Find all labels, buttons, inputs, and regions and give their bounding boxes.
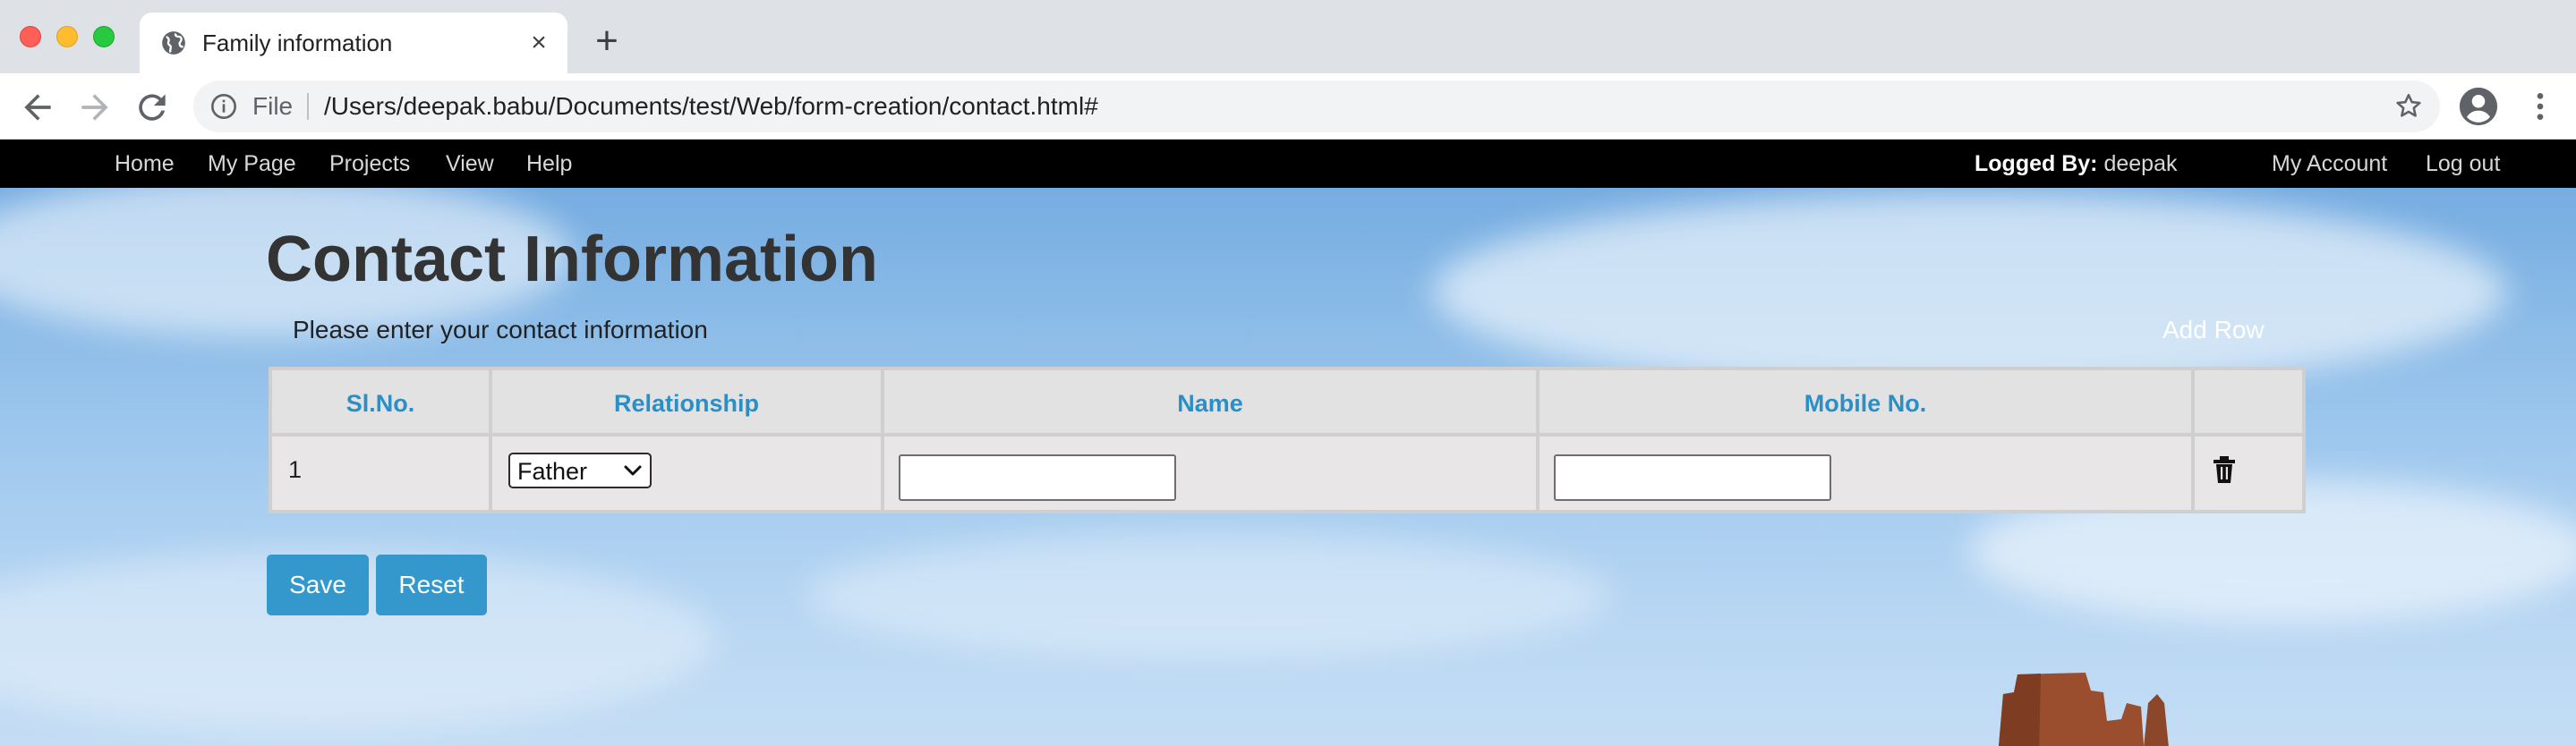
- header-cell-name: Name: [884, 370, 1540, 433]
- new-tab-button[interactable]: +: [585, 21, 628, 64]
- background-cloud: [806, 533, 1611, 658]
- relationship-select[interactable]: Father: [508, 453, 652, 488]
- logged-by-label: Logged By:: [1975, 151, 2098, 176]
- arrow-left-icon: [24, 94, 51, 121]
- header-cell-mobile: Mobile No.: [1540, 370, 2195, 433]
- nav-projects[interactable]: Projects: [329, 150, 410, 177]
- background-rock-formation: [1999, 673, 2169, 746]
- address-bar[interactable]: File /Users/deepak.babu/Documents/test/W…: [193, 81, 2440, 132]
- cell-relationship: Father: [492, 437, 884, 510]
- cell-actions: [2195, 437, 2302, 510]
- save-button[interactable]: Save: [267, 555, 369, 615]
- column-header-slno: Sl.No.: [345, 390, 415, 417]
- header-cell-slno: Sl.No.: [272, 370, 492, 433]
- nav-my-page[interactable]: My Page: [208, 150, 296, 177]
- reset-button[interactable]: Reset: [376, 555, 487, 615]
- logged-in-status: Logged By: deepak: [1975, 150, 2177, 177]
- url-text[interactable]: /Users/deepak.babu/Documents/test/Web/fo…: [324, 91, 1098, 122]
- scheme-label: File: [252, 92, 294, 120]
- browser-toolbar: File /Users/deepak.babu/Documents/test/W…: [0, 73, 2576, 140]
- account-circle-icon[interactable]: [2458, 86, 2499, 127]
- maximize-window-button[interactable]: [93, 26, 115, 47]
- more-vertical-icon[interactable]: [2522, 88, 2558, 125]
- table-header-row: Sl.No. Relationship Name Mobile No.: [272, 370, 2302, 437]
- forward-button[interactable]: [75, 88, 115, 127]
- my-account-link[interactable]: My Account: [2272, 150, 2387, 177]
- nav-view[interactable]: View: [446, 150, 494, 177]
- logged-user-name: deepak: [2103, 151, 2178, 176]
- nav-home[interactable]: Home: [115, 150, 175, 177]
- tab-title: Family information: [202, 30, 393, 56]
- cell-mobile: [1540, 437, 2195, 510]
- page-viewport: Home My Page Projects View Help Logged B…: [0, 140, 2576, 746]
- close-tab-icon[interactable]: ×: [525, 29, 553, 57]
- column-header-mobile: Mobile No.: [1804, 390, 1927, 417]
- log-out-link[interactable]: Log out: [2426, 150, 2500, 177]
- nav-help[interactable]: Help: [526, 150, 572, 177]
- tab-strip: Family information × +: [0, 0, 2576, 73]
- info-icon[interactable]: [209, 92, 238, 121]
- mobile-input[interactable]: [1554, 454, 1831, 501]
- table-row: 1 Father: [272, 437, 2302, 510]
- trash-icon[interactable]: [2213, 456, 2236, 483]
- top-navbar: Home My Page Projects View Help Logged B…: [0, 140, 2576, 188]
- close-window-button[interactable]: [20, 26, 41, 47]
- omnibox-separator: [307, 93, 309, 120]
- chevron-down-icon: [624, 465, 642, 476]
- header-cell-actions: [2195, 370, 2302, 433]
- reload-icon: [139, 94, 166, 121]
- cell-slno: 1: [272, 437, 492, 510]
- add-row-link[interactable]: Add Row: [2162, 315, 2265, 345]
- reload-button[interactable]: [132, 88, 172, 127]
- column-header-name: Name: [1177, 390, 1243, 417]
- arrow-right-icon: [81, 94, 108, 121]
- relationship-selected-value: Father: [517, 458, 588, 485]
- minimize-window-button[interactable]: [56, 26, 78, 47]
- background-cloud: [1432, 193, 2506, 390]
- page-subtitle: Please enter your contact information: [293, 316, 708, 343]
- browser-tab-active[interactable]: Family information ×: [140, 13, 567, 73]
- cell-name: [884, 437, 1540, 510]
- name-input[interactable]: [899, 454, 1176, 501]
- header-cell-relationship: Relationship: [492, 370, 884, 433]
- row-serial-number: 1: [288, 456, 303, 483]
- column-header-relationship: Relationship: [613, 390, 759, 417]
- back-button[interactable]: [18, 88, 57, 127]
- contact-table: Sl.No. Relationship Name Mobile No. 1 Fa…: [269, 367, 2306, 513]
- page-title: Contact Information: [266, 224, 878, 295]
- star-icon[interactable]: [2393, 91, 2424, 122]
- globe-icon: [162, 31, 185, 55]
